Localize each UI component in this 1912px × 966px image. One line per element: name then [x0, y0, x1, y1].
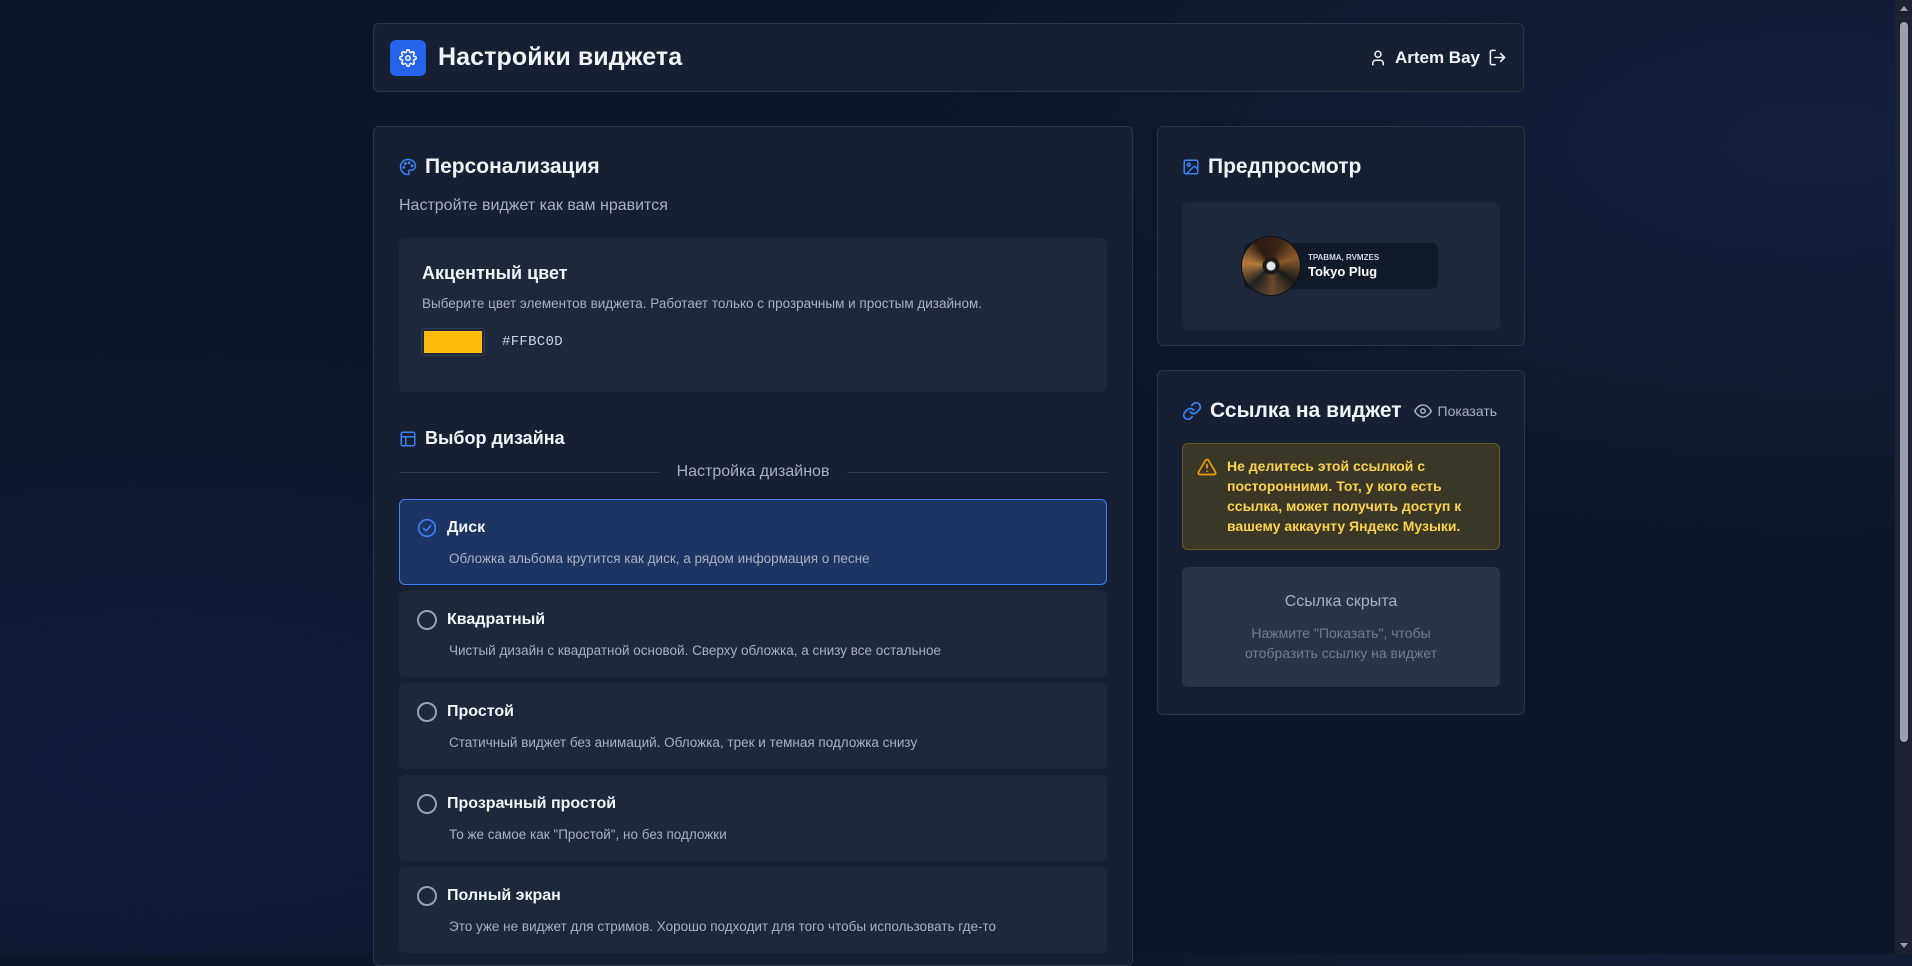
warning-triangle-icon	[1197, 458, 1217, 476]
show-link-button[interactable]: Показать	[1413, 402, 1498, 420]
scroll-down-arrow-icon[interactable]	[1900, 943, 1908, 948]
warning-text: Не делитесь этой ссылкой с посторонними.…	[1227, 458, 1462, 534]
scroll-up-arrow-icon[interactable]	[1900, 6, 1908, 11]
design-title: Выбор дизайна	[425, 428, 565, 448]
divider-line	[399, 471, 659, 473]
hidden-link-description: Нажмите "Показать", чтобы отобразить ссы…	[1182, 623, 1500, 663]
radio-icon	[417, 886, 437, 906]
user-area: Artem Bay	[1369, 48, 1507, 68]
widget-link-title: Ссылка на виджет	[1210, 399, 1402, 422]
divider-line	[847, 471, 1108, 473]
option-description: То же самое как "Простой", но без подлож…	[449, 827, 727, 842]
option-description: Это уже не виджет для стримов. Хорошо по…	[449, 919, 997, 934]
personalization-heading: Персонализация	[399, 155, 1107, 179]
widget-track: Tokyo Plug	[1308, 264, 1378, 279]
option-description: Статичный виджет без анимаций. Обложка, …	[449, 735, 918, 750]
option-name: Простой	[447, 703, 514, 720]
layout-icon	[400, 431, 416, 446]
widget-artist: ТРАВМА, RVMZES	[1308, 253, 1380, 262]
hidden-desc-line: Нажмите "Показать", чтобы	[1251, 625, 1431, 641]
design-divider: Настройка дизайнов	[399, 463, 1108, 481]
preview-heading: Предпросмотр	[1182, 155, 1500, 179]
divider-label: Настройка дизайнов	[676, 463, 830, 480]
personalization-card: Персонализация Настройте виджет как вам …	[373, 126, 1133, 966]
accent-color-panel: Акцентный цвет Выберите цвет элементов в…	[399, 238, 1107, 392]
widget-preview: ТРАВМА, RVMZES Tokyo Plug	[1242, 237, 1438, 295]
warning-box: Не делитесь этой ссылкой с посторонними.…	[1182, 443, 1500, 550]
option-name: Диск	[447, 519, 486, 536]
personalization-subtitle: Настройте виджет как вам нравится	[399, 197, 668, 214]
personalization-title: Персонализация	[425, 155, 600, 178]
radio-icon	[417, 702, 437, 722]
widget-link-heading: Ссылка на виджет Показать	[1182, 399, 1500, 423]
accent-hex-value: #FFBC0D	[502, 334, 563, 350]
hidden-desc-line: отобразить ссылку на виджет	[1244, 645, 1438, 661]
accent-description: Выберите цвет элементов виджета. Работае…	[422, 296, 983, 311]
preview-card: Предпросмотр ТРАВМА, RVMZES Tokyo Plug	[1157, 126, 1525, 346]
widget-link-title-wrap: Ссылка на виджет	[1182, 399, 1402, 423]
option-description: Чистый дизайн с квадратной основой. Свер…	[449, 643, 941, 658]
design-option-disk[interactable]: Диск Обложка альбома крутится как диск, …	[399, 499, 1107, 585]
palette-icon	[399, 158, 417, 176]
option-description: Обложка альбома крутится как диск, а ряд…	[449, 551, 870, 566]
accent-title: Акцентный цвет	[422, 263, 568, 283]
hidden-link-title: Ссылка скрыта	[1284, 593, 1398, 610]
user-name: Artem Bay	[1394, 47, 1480, 67]
page-scrollbar[interactable]	[1895, 0, 1912, 954]
settings-logo	[390, 39, 426, 76]
album-cover-disc	[1242, 237, 1300, 295]
eye-icon	[1413, 404, 1432, 418]
radio-icon	[417, 610, 437, 630]
preview-title: Предпросмотр	[1208, 155, 1362, 178]
image-icon	[1183, 159, 1199, 175]
design-option-square[interactable]: Квадратный Чистый дизайн с квадратной ос…	[399, 591, 1107, 677]
check-circle-icon	[417, 518, 437, 538]
link-icon	[1182, 401, 1202, 421]
user-icon	[1371, 50, 1384, 65]
design-option-fullscreen[interactable]: Полный экран Это уже не виджет для стрим…	[399, 867, 1107, 953]
option-name: Прозрачный простой	[447, 795, 617, 812]
page-title: Настройки виджета	[438, 43, 683, 71]
preview-area: ТРАВМА, RVMZES Tokyo Plug	[1182, 202, 1500, 330]
radio-icon	[417, 794, 437, 814]
gear-icon	[399, 48, 417, 67]
show-link-label: Показать	[1437, 403, 1498, 419]
hidden-link-box: Ссылка скрыта Нажмите "Показать", чтобы …	[1182, 567, 1500, 687]
option-name: Квадратный	[447, 611, 546, 628]
design-heading: Выбор дизайна	[399, 428, 1107, 449]
logout-button[interactable]	[1488, 48, 1507, 67]
app-header: Настройки виджета Artem Bay	[373, 23, 1524, 92]
accent-color-picker[interactable]	[421, 328, 485, 356]
color-row: #FFBC0D	[421, 328, 1084, 356]
design-options: Диск Обложка альбома крутится как диск, …	[399, 499, 1107, 953]
logout-icon	[1489, 49, 1506, 66]
widget-link-card: Ссылка на виджет Показать Не делитесь эт…	[1157, 370, 1525, 715]
option-name: Полный экран	[447, 887, 561, 904]
design-option-transparent-simple[interactable]: Прозрачный простой То же самое как "Прос…	[399, 775, 1107, 861]
scrollbar-thumb[interactable]	[1900, 22, 1908, 742]
design-option-simple[interactable]: Простой Статичный виджет без анимаций. О…	[399, 683, 1107, 769]
